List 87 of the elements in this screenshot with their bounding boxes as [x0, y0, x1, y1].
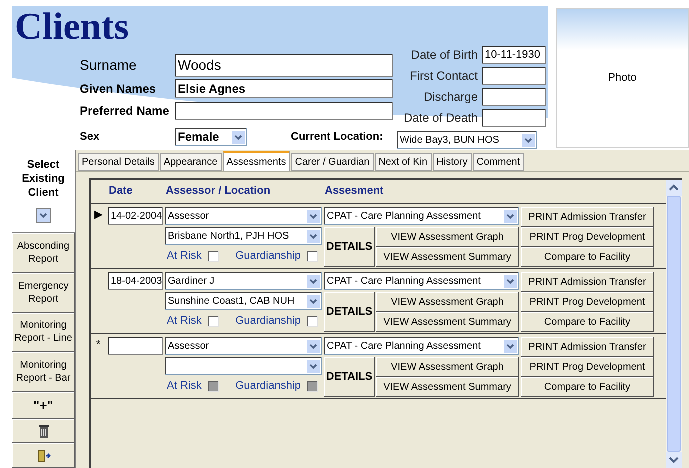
view-button[interactable]: VIEW Assessment Graph	[376, 227, 519, 247]
print-button[interactable]: PRINT Prog Development	[521, 357, 654, 377]
print-button[interactable]: PRINT Prog Development	[521, 292, 654, 312]
tab[interactable]: Personal Details	[78, 153, 159, 171]
checkbox-label: Guardianship	[236, 249, 301, 264]
dropdown[interactable]: Wide Bay3, BUN HOS	[397, 131, 537, 149]
checkbox-label: At Risk	[167, 249, 202, 264]
date-field[interactable]	[482, 88, 546, 106]
print-button[interactable]: Compare to Facility	[521, 377, 654, 397]
dropdown[interactable]	[165, 357, 322, 375]
tab[interactable]: Assessments	[222, 151, 290, 171]
input-field[interactable]	[175, 102, 393, 120]
tab[interactable]: Carer / Guardian	[291, 153, 374, 171]
date-field[interactable]	[108, 337, 163, 355]
sidebar-button[interactable]: Monitoring Report - Bar	[12, 352, 75, 392]
print-button[interactable]: Compare to Facility	[521, 312, 654, 332]
checkbox-label: Guardianship	[236, 314, 301, 329]
field-label: Surname	[80, 56, 138, 75]
trash-icon	[38, 424, 48, 438]
field-label: Discharge	[422, 89, 479, 106]
sidebar-button[interactable]: Emergency Report	[12, 272, 75, 312]
view-button[interactable]: VIEW Assessment Summary	[376, 377, 519, 397]
add-button[interactable]: "+"	[12, 392, 75, 418]
view-button[interactable]: VIEW Assessment Summary	[376, 312, 519, 332]
details-button[interactable]: DETAILS	[324, 292, 375, 332]
checkbox[interactable]	[208, 250, 219, 262]
dropdown[interactable]: Sunshine Coast1, CAB NUH	[165, 292, 322, 310]
row-marker: ▶	[94, 208, 102, 223]
dropdown[interactable]: CPAT - Care Planning Assessment	[324, 207, 519, 225]
date-field[interactable]: 18-04-2003	[108, 272, 163, 290]
field-label: Date of Death	[402, 110, 479, 127]
field-label: Current Location:	[291, 130, 384, 145]
date-field[interactable]	[482, 109, 546, 127]
dropdown[interactable]: Brisbane North1, PJH HOS	[165, 227, 322, 245]
dropdown[interactable]: CPAT - Care Planning Assessment	[324, 272, 519, 290]
tab[interactable]: History	[432, 153, 472, 171]
details-button[interactable]: DETAILS	[324, 357, 375, 397]
field-label: Date of Birth	[410, 47, 479, 64]
checkbox-label: At Risk	[167, 379, 202, 394]
checkbox[interactable]	[307, 316, 318, 327]
sidebar-button[interactable]: Absconding Report	[12, 233, 75, 273]
input-field[interactable]: Woods	[175, 54, 393, 77]
field-label: Given Names	[80, 80, 158, 98]
column-header: Assessor / Location	[166, 184, 272, 200]
date-field[interactable]: 14-02-2004	[108, 207, 163, 225]
view-button[interactable]: VIEW Assessment Graph	[376, 292, 519, 312]
field-label: Sex	[80, 130, 101, 145]
checkbox[interactable]	[208, 316, 219, 327]
delete-button[interactable]	[12, 418, 75, 444]
print-button[interactable]: PRINT Prog Development	[521, 227, 654, 247]
tab[interactable]: Appearance	[160, 153, 222, 171]
dropdown[interactable]: Gardiner J	[165, 272, 322, 290]
scrollbar[interactable]	[666, 180, 682, 468]
print-button[interactable]: PRINT Admission Transfer	[521, 272, 654, 292]
select-client-label: Select Existing Client	[12, 150, 75, 204]
checkbox[interactable]	[307, 250, 318, 262]
tab[interactable]: Next of Kin	[374, 153, 432, 171]
column-header: Assesment	[325, 184, 385, 200]
dropdown[interactable]: Assessor	[165, 337, 322, 355]
print-button[interactable]: Compare to Facility	[521, 247, 654, 267]
door-icon	[36, 448, 50, 463]
view-button[interactable]: VIEW Assessment Summary	[376, 247, 519, 267]
field-label: Preferred Name	[80, 103, 170, 120]
column-header: Date	[109, 184, 134, 200]
row-marker: *	[96, 338, 101, 353]
tab[interactable]: Comment	[472, 153, 524, 171]
checkbox-label: Guardianship	[236, 379, 301, 394]
client-dropdown-button[interactable]	[36, 208, 51, 222]
print-button[interactable]: PRINT Admission Transfer	[521, 337, 654, 357]
dropdown[interactable]: Female	[175, 128, 247, 146]
view-button[interactable]: VIEW Assessment Graph	[376, 357, 519, 377]
scroll-up-icon[interactable]	[666, 180, 682, 196]
date-field[interactable]	[482, 67, 546, 85]
field-label: First Contact	[408, 68, 479, 85]
dropdown[interactable]: CPAT - Care Planning Assessment	[324, 337, 519, 355]
input-field[interactable]: Elsie Agnes	[175, 79, 393, 98]
scroll-thumb[interactable]	[667, 196, 681, 452]
details-button[interactable]: DETAILS	[324, 227, 375, 267]
exit-button[interactable]	[12, 443, 75, 468]
dropdown[interactable]: Assessor	[165, 207, 322, 225]
checkbox-label: At Risk	[167, 314, 202, 329]
page-title: Clients	[14, 6, 129, 50]
scroll-down-icon[interactable]	[666, 452, 682, 468]
sidebar-button[interactable]: Monitoring Report - Line	[12, 312, 75, 352]
date-field[interactable]: 10-11-1930	[482, 46, 546, 64]
photo-label: Photo	[608, 70, 637, 86]
print-button[interactable]: PRINT Admission Transfer	[521, 207, 654, 227]
